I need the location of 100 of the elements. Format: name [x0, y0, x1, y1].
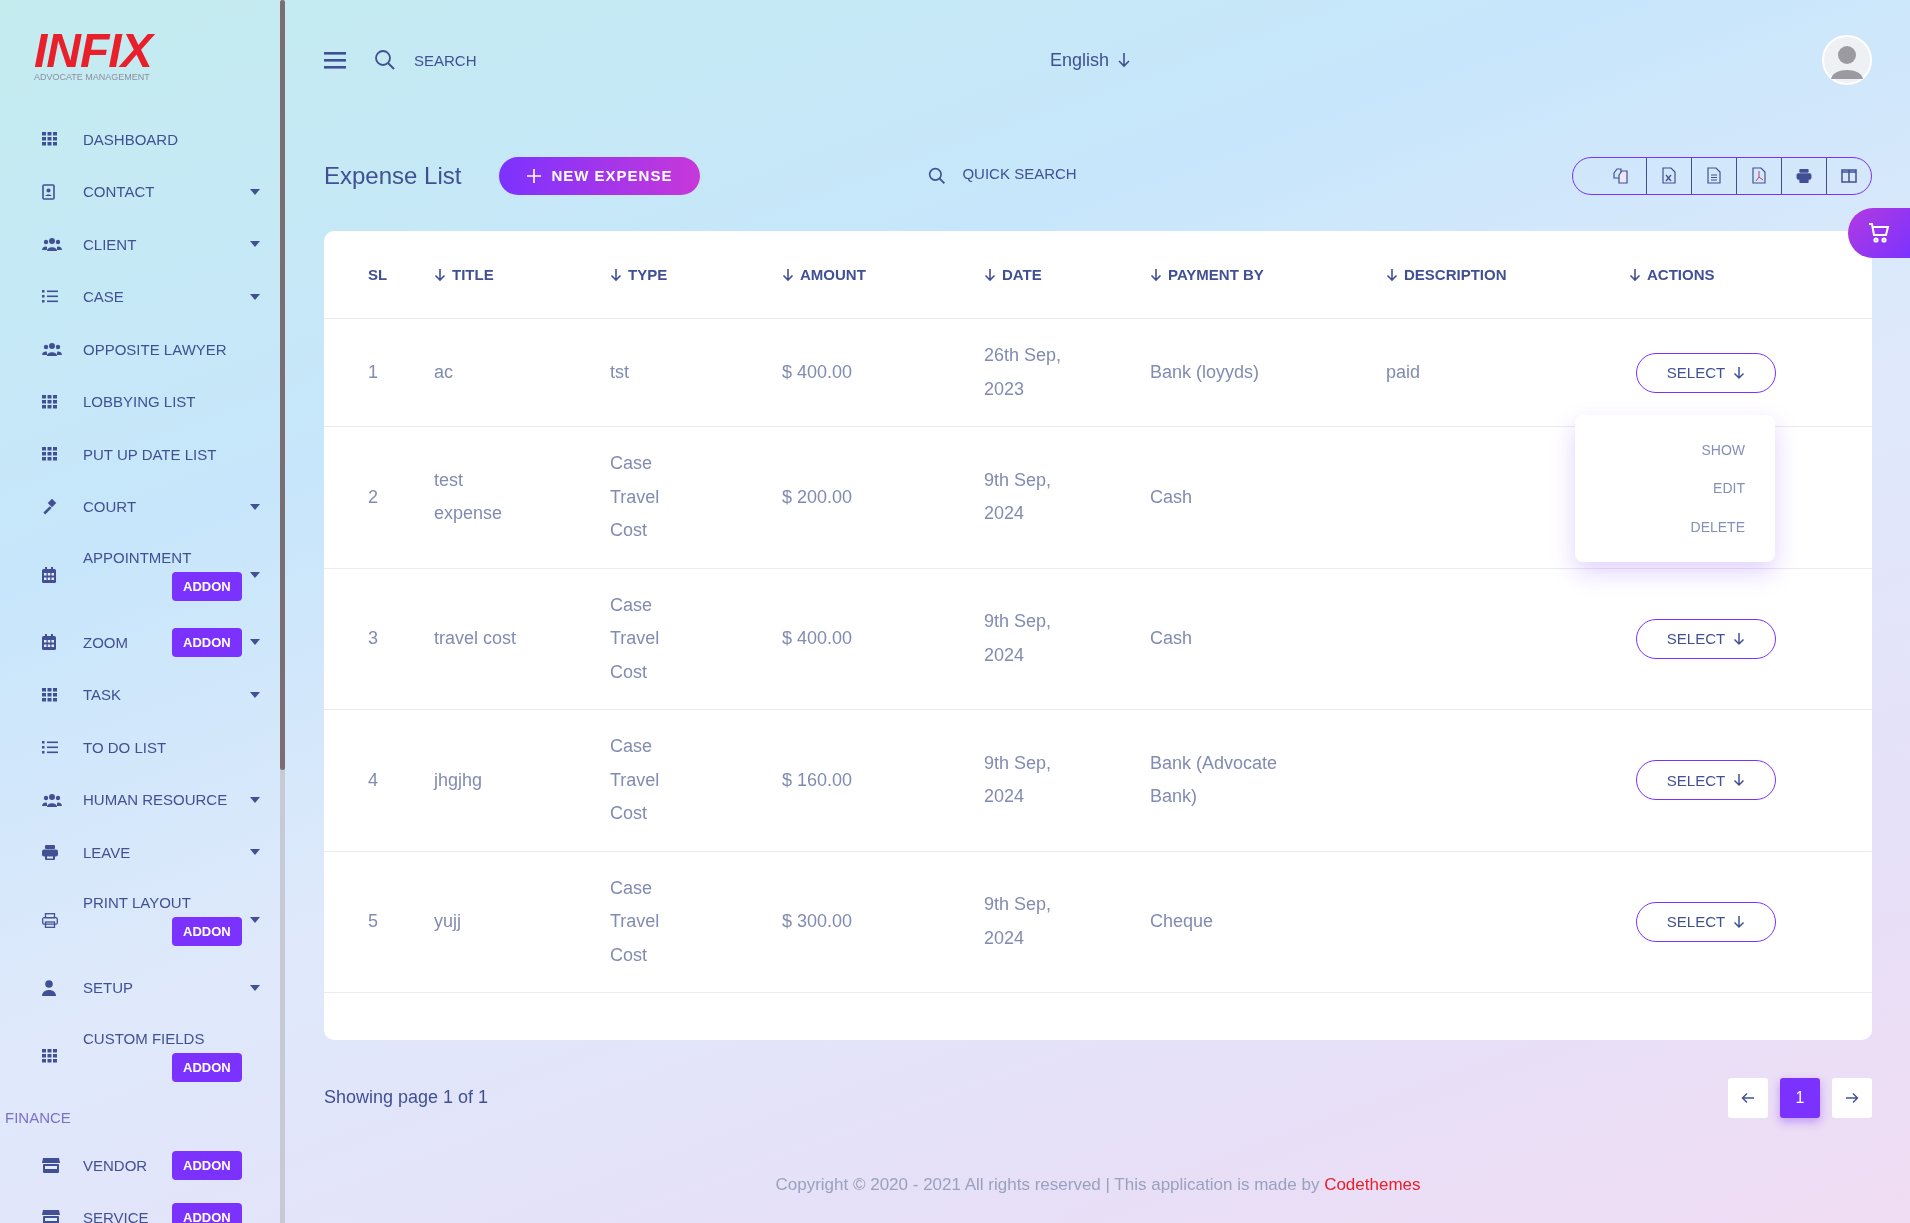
sidebar-item[interactable]: APPOINTMENT	[83, 548, 192, 566]
printer-icon	[42, 844, 58, 860]
sidebar-item[interactable]: COURT	[83, 498, 172, 516]
sidebar-item[interactable]: LOBBYING LIST	[83, 393, 196, 411]
calendar-icon	[42, 634, 56, 651]
select-button[interactable]: SELECT	[1636, 352, 1776, 393]
next-page-button[interactable]	[1832, 1077, 1872, 1118]
table-cell: paid	[1386, 361, 1421, 382]
list-icon	[42, 290, 58, 304]
column-header[interactable]: TITLE	[434, 266, 610, 283]
sidebar-item[interactable]: DASHBOARD	[83, 130, 179, 148]
grid-icon	[42, 394, 57, 409]
sidebar-item[interactable]: HUMAN RESOURCE	[83, 791, 228, 809]
column-header[interactable]: DESCRIPTION	[1386, 266, 1629, 283]
column-header[interactable]: TYPE	[610, 266, 782, 283]
caret-icon[interactable]	[250, 796, 260, 803]
table-cell-text: ac	[434, 360, 453, 384]
menu-icon[interactable]	[324, 51, 346, 69]
arrow-down-icon	[1733, 773, 1746, 788]
page-title: Expense List	[324, 161, 462, 190]
sidebar-item[interactable]: TO DO LIST	[83, 738, 172, 756]
scrollbar-thumb[interactable]	[280, 0, 285, 770]
caret-icon[interactable]	[250, 917, 260, 923]
caret-icon[interactable]	[250, 293, 260, 300]
table-cell-text: test expense	[434, 468, 504, 526]
table-cell-text: 9th Sep, 2024	[984, 468, 1053, 526]
sidebar-item[interactable]: LEAVE	[83, 843, 172, 861]
search-field[interactable]: SEARCH	[374, 37, 564, 83]
column-header[interactable]: SL	[368, 266, 434, 283]
addon-badge: ADDON	[172, 571, 242, 601]
caret-icon[interactable]	[250, 691, 260, 698]
table-cell-text: Bank (loyyds)	[1150, 360, 1260, 384]
table-cell-text: Case Travel Cost	[610, 452, 661, 542]
caret-icon[interactable]	[250, 984, 260, 991]
caret-icon[interactable]	[250, 188, 260, 195]
sidebar-item[interactable]: PRINT LAYOUT	[83, 894, 191, 911]
avatar[interactable]	[1822, 35, 1872, 85]
page-button[interactable]: 1	[1780, 1077, 1820, 1118]
codethemes-link[interactable]: Codethemes	[1324, 1175, 1421, 1194]
scrollbar[interactable]	[280, 0, 285, 1223]
sort-arrow-icon	[782, 267, 794, 282]
addon-badge: ADDON	[172, 627, 242, 657]
column-header[interactable]: ACTIONS	[1629, 266, 1872, 283]
addon-badge: ADDON	[172, 1203, 242, 1223]
sidebar-section-title: FINANCE	[4, 1108, 72, 1128]
new-expense-button[interactable]: NEW EXPENSE	[499, 156, 701, 195]
previous-page-button[interactable]	[1728, 1077, 1768, 1118]
gavel-icon	[42, 498, 58, 515]
caret-icon[interactable]	[250, 571, 260, 578]
caret-icon[interactable]	[250, 849, 260, 856]
column-header[interactable]: DATE	[984, 266, 1150, 283]
sidebar-item[interactable]: TASK	[83, 686, 172, 704]
cart-button[interactable]	[1848, 208, 1910, 258]
users-icon	[42, 792, 62, 807]
sort-arrow-icon	[610, 267, 622, 282]
table-cell-text: 2	[368, 485, 379, 509]
search-icon	[928, 166, 947, 185]
sort-arrow-icon	[984, 267, 996, 282]
table-cell-text: $ 300.00	[782, 910, 854, 933]
column-header[interactable]: AMOUNT	[782, 266, 984, 283]
sidebar-item[interactable]: PUT UP DATE LIST	[83, 445, 217, 463]
table-cell-text: 26th Sep, 2023	[984, 344, 1063, 401]
sidebar-item[interactable]: OPPOSITE LAWYER	[83, 340, 227, 358]
users-icon	[42, 237, 62, 252]
select-button[interactable]: SELECT	[1636, 618, 1776, 659]
list-icon	[42, 740, 58, 754]
caret-icon[interactable]	[250, 503, 260, 510]
select-button[interactable]: SELECT	[1636, 901, 1776, 942]
addon-badge: ADDON	[172, 1052, 242, 1082]
quick-search-field[interactable]: QUICK SEARCH	[928, 153, 1113, 198]
caret-icon[interactable]	[250, 241, 260, 248]
arrow-down-icon	[1733, 631, 1746, 646]
table-cell-text: 9th Sep, 2024	[984, 893, 1053, 950]
caret-icon[interactable]	[250, 639, 260, 646]
store-icon	[42, 1157, 60, 1173]
calendar-icon	[42, 566, 56, 583]
pdf-file-icon	[1752, 167, 1766, 184]
language-dropdown[interactable]: English	[1044, 48, 1138, 72]
sidebar-item[interactable]: CLIENT	[83, 235, 172, 253]
column-header[interactable]: PAYMENT BY	[1150, 266, 1386, 283]
sidebar-item[interactable]: ZOOM	[83, 633, 172, 651]
menu-item[interactable]: EDIT	[1713, 469, 1775, 508]
menu-item[interactable]: SHOW	[1701, 430, 1775, 469]
table-cell-text: $ 400.00	[782, 627, 854, 650]
contact-card-icon	[42, 183, 56, 200]
sidebar-item[interactable]: SETUP	[83, 979, 172, 997]
sort-arrow-icon	[1629, 267, 1641, 282]
sidebar-item[interactable]: SERVICE	[83, 1209, 172, 1223]
table-cell-text: Cash	[1150, 627, 1193, 650]
sidebar-item[interactable]: CONTACT	[83, 183, 172, 201]
sidebar-item[interactable]: VENDOR	[83, 1156, 172, 1174]
menu-item[interactable]: DELETE	[1690, 507, 1775, 546]
cart-icon	[1868, 223, 1890, 243]
sidebar-item[interactable]: CASE	[83, 288, 172, 306]
sort-arrow-icon	[434, 267, 446, 282]
table-cell-text: 9th Sep, 2024	[984, 610, 1053, 667]
sidebar-item[interactable]: CUSTOM FIELDS	[83, 1029, 205, 1047]
sort-arrow-icon	[1386, 267, 1398, 282]
select-button[interactable]: SELECT	[1636, 760, 1776, 801]
arrow-down-icon	[1733, 365, 1746, 380]
